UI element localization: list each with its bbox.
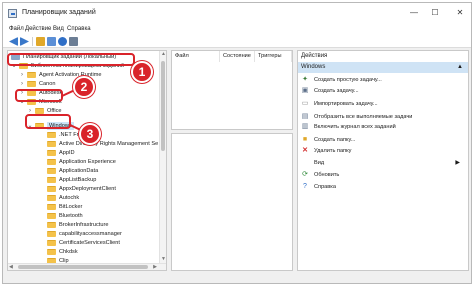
folder-icon: [47, 240, 56, 246]
toolbar-separator: [32, 37, 33, 46]
highlight-library: [7, 53, 135, 66]
tree-vertical-scrollbar[interactable]: ▲ ▼: [159, 51, 166, 270]
menu-file[interactable]: Файл: [9, 26, 24, 32]
task-scheduler-app-icon: [8, 9, 17, 18]
action-display-running[interactable]: ▤ Отобразить все выполняемые задачи: [298, 112, 468, 122]
back-icon[interactable]: [9, 37, 18, 46]
task-details-pane: [171, 133, 293, 271]
scroll-thumb[interactable]: [161, 61, 165, 151]
folder-icon: [47, 168, 56, 174]
import-icon: ▭: [301, 100, 309, 107]
collapse-chevron-icon[interactable]: ›: [19, 71, 25, 79]
new-task-icon: ▣: [301, 87, 309, 94]
folder-icon: [47, 141, 56, 147]
action-delete-folder[interactable]: ✕ Удалить папку: [298, 146, 468, 156]
properties-icon[interactable]: [47, 37, 56, 46]
folder-icon: [27, 72, 36, 78]
folder-icon: [47, 213, 56, 219]
scroll-down-icon[interactable]: ▼: [161, 256, 166, 263]
scroll-right-icon[interactable]: ▶: [153, 264, 157, 270]
help-icon[interactable]: [58, 37, 67, 46]
toolbar: [3, 35, 471, 48]
help-icon: ?: [303, 183, 307, 190]
actions-pane: Действия Windows ▲ ✦ Создать простую зад…: [297, 50, 469, 271]
scroll-up-icon[interactable]: ▲: [161, 51, 166, 58]
close-button[interactable]: ✕: [453, 7, 467, 19]
column-header-triggers[interactable]: Триггеры: [255, 51, 292, 62]
action-import-task[interactable]: ▭ Импортировать задачу...: [298, 99, 468, 109]
running-tasks-icon: ▤: [301, 113, 309, 120]
task-list-pane: Файл Состояние Триггеры: [171, 50, 293, 130]
delete-icon: ✕: [302, 147, 308, 154]
submenu-arrow-icon: ▶: [455, 160, 460, 166]
collapse-caret-icon[interactable]: ▲: [457, 62, 463, 73]
forward-icon[interactable]: [20, 37, 29, 46]
actions-header: Действия: [298, 51, 468, 62]
folder-icon: [47, 231, 56, 237]
step-badge-3: 3: [79, 123, 101, 145]
action-enable-history[interactable]: ▥ Включить журнал всех заданий: [298, 122, 468, 132]
view-icon: [301, 159, 309, 167]
refresh-icon: ⟳: [302, 171, 308, 178]
highlight-microsoft: [15, 89, 63, 102]
action-create-task[interactable]: ▣ Создать задачу...: [298, 86, 468, 96]
folder-icon: [47, 186, 56, 192]
status-bar: [3, 273, 471, 283]
window-title: Планировщик заданий: [22, 9, 96, 16]
action-create-basic-task[interactable]: ✦ Создать простую задачу...: [298, 75, 468, 85]
tree-horizontal-scrollbar[interactable]: ◀ ▶: [8, 263, 166, 270]
task-scheduler-window: Планировщик заданий — ☐ ✕ Файл Действие …: [2, 2, 472, 284]
scroll-thumb[interactable]: [18, 265, 148, 269]
menu-help[interactable]: Справка: [67, 26, 91, 32]
folder-icon: [47, 222, 56, 228]
maximize-button[interactable]: ☐: [428, 7, 442, 19]
action-refresh[interactable]: ⟳ Обновить: [298, 170, 468, 180]
folder-icon[interactable]: [36, 37, 45, 46]
column-header-status[interactable]: Состояние: [220, 51, 255, 62]
folder-icon: [27, 81, 36, 87]
folder-icon: [47, 249, 56, 255]
folder-icon: [47, 132, 56, 138]
folder-icon: [47, 177, 56, 183]
step-badge-1: 1: [131, 61, 153, 83]
new-folder-icon: ■: [302, 136, 308, 143]
action-new-folder[interactable]: ■ Создать папку...: [298, 135, 468, 145]
menu-bar: Файл Действие Вид Справка: [3, 23, 471, 35]
folder-icon: [47, 159, 56, 165]
console-icon[interactable]: [69, 37, 78, 46]
scroll-left-icon[interactable]: ◀: [9, 264, 13, 270]
collapse-chevron-icon[interactable]: ›: [19, 80, 25, 88]
folder-icon: [47, 204, 56, 210]
create-task-icon: ✦: [302, 76, 308, 83]
actions-group-title: Windows: [301, 64, 326, 70]
actions-group-windows[interactable]: Windows ▲: [298, 62, 468, 73]
menu-view[interactable]: Вид: [53, 26, 64, 32]
step-badge-2: 2: [73, 76, 95, 98]
folder-icon: [47, 195, 56, 201]
minimize-button[interactable]: —: [407, 7, 421, 19]
history-icon: ▥: [301, 123, 309, 130]
column-header-file[interactable]: Файл: [172, 51, 220, 62]
action-view[interactable]: Вид ▶: [298, 158, 468, 168]
title-bar: Планировщик заданий — ☐ ✕: [3, 3, 471, 23]
folder-icon: [47, 150, 56, 156]
highlight-windows: [25, 114, 71, 129]
action-help[interactable]: ? Справка: [298, 182, 468, 192]
menu-action[interactable]: Действие: [25, 26, 51, 32]
